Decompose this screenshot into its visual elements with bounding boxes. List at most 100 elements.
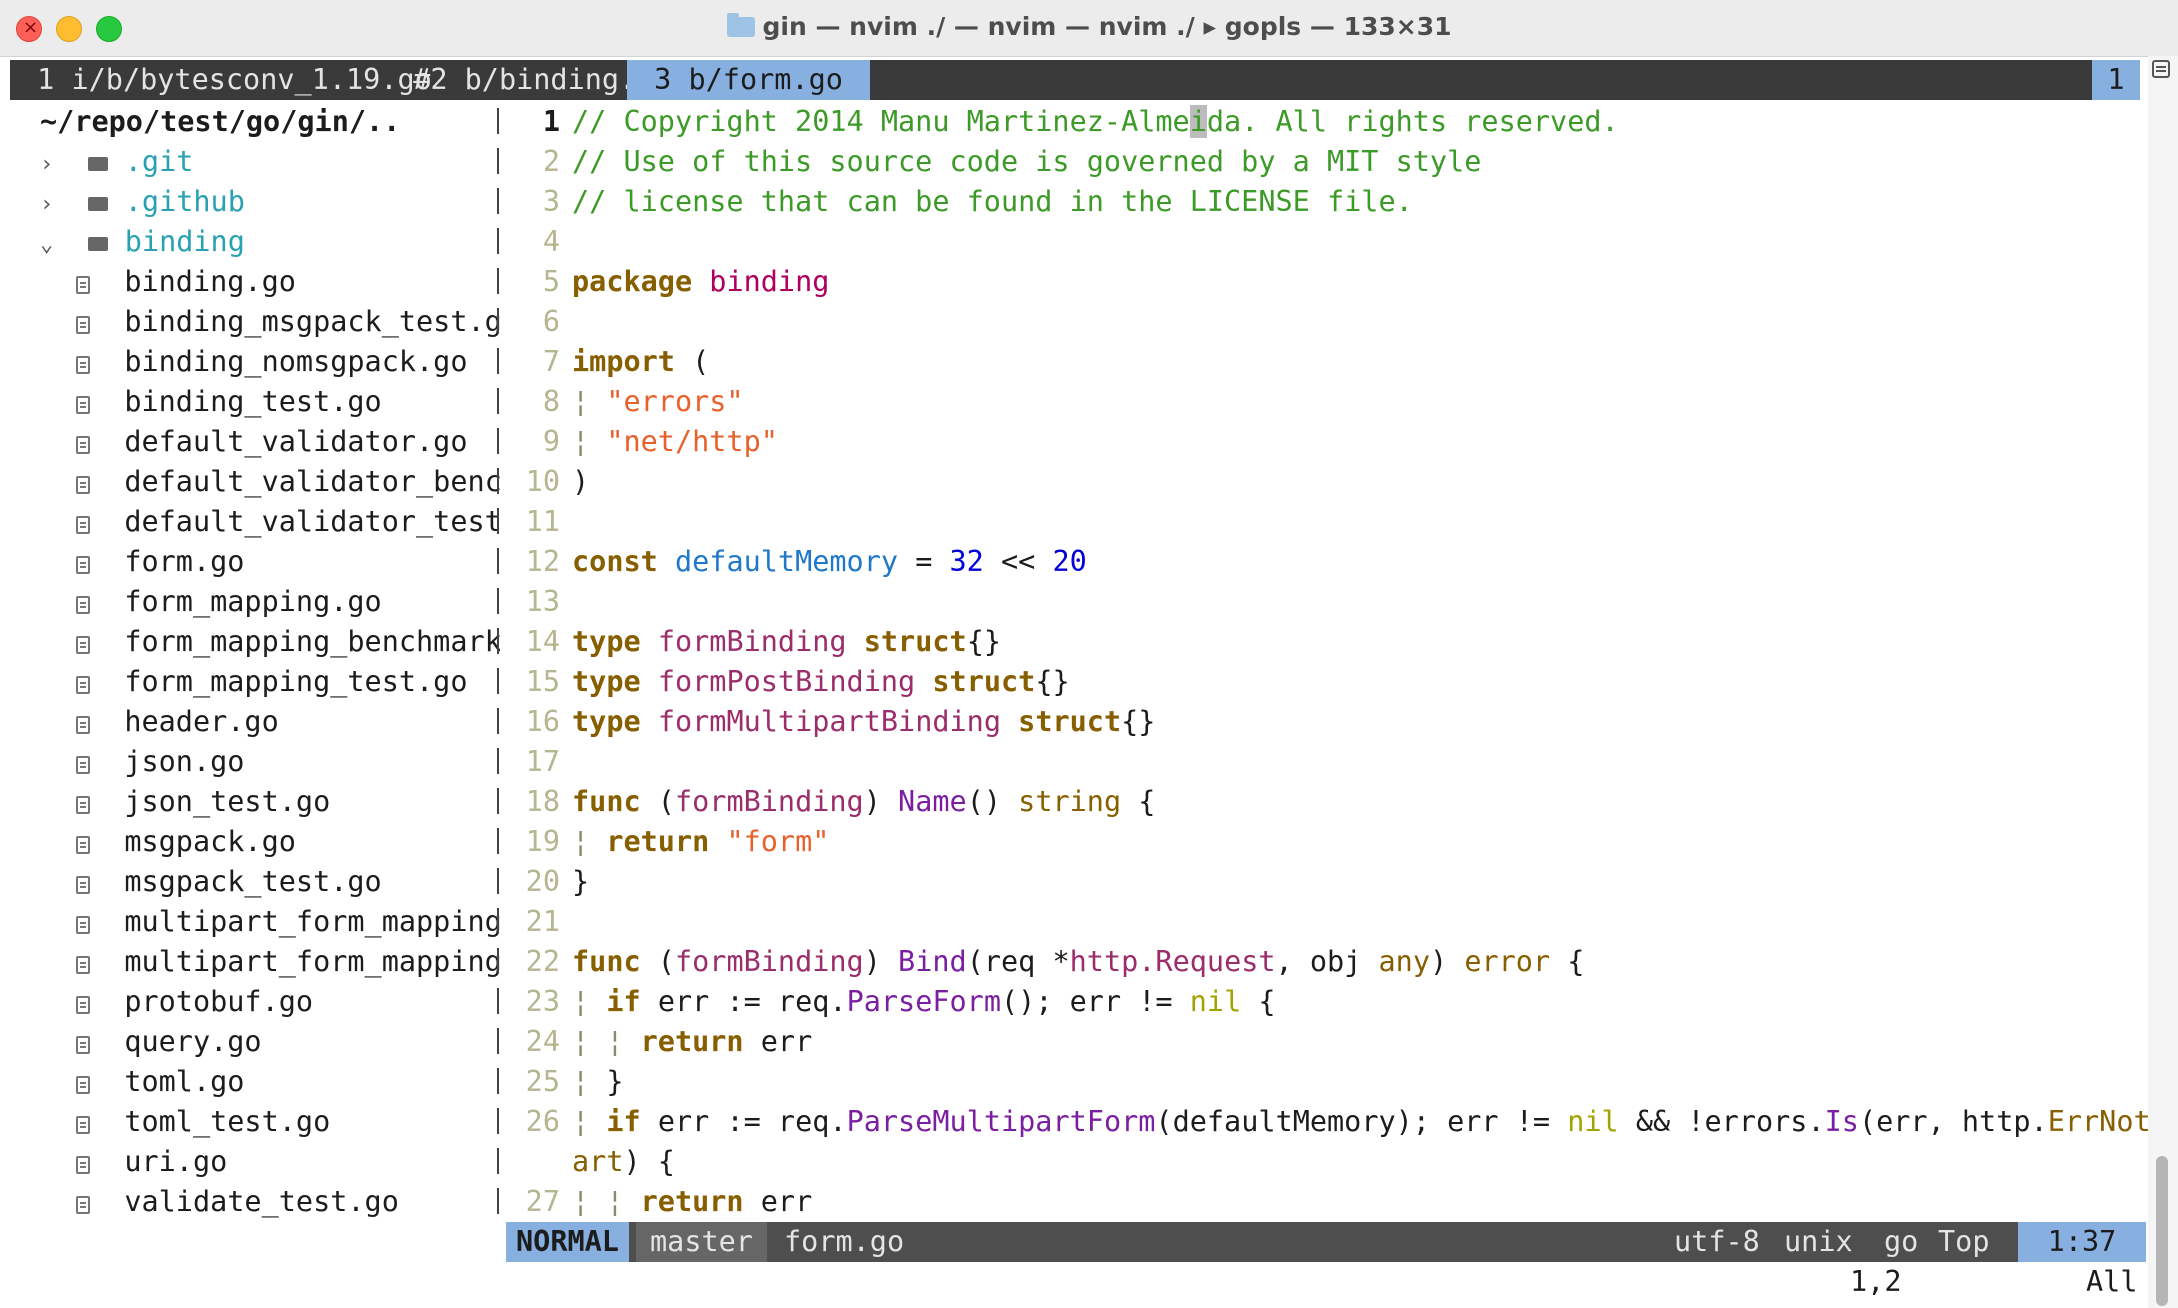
tree-file-label: binding.go	[124, 265, 296, 298]
tree-dir-binding[interactable]: ⌄ binding	[40, 222, 245, 262]
keyword: type	[572, 665, 641, 698]
file-encoding: utf-8	[1674, 1225, 1760, 1258]
tree-root[interactable]: ~/repo/test/go/gin/..	[40, 102, 400, 142]
keyword: struct	[932, 665, 1036, 698]
tree-file[interactable]: protobuf.go	[76, 982, 313, 1022]
tree-file[interactable]: default_validator.go	[76, 422, 468, 462]
code-text: ) {	[623, 1145, 675, 1178]
line-number: 18	[525, 785, 560, 818]
tree-file[interactable]: validate_test.go	[76, 1182, 399, 1222]
code-line-26: 26 ¦ if err := req.ParseMultipartForm(def…	[510, 1102, 2178, 1142]
keyword: const	[572, 545, 658, 578]
code-line-5: 5 package binding	[510, 262, 830, 302]
tab-count: 1	[2092, 60, 2140, 100]
file-icon	[76, 836, 90, 854]
indent-guide: ¦	[572, 1105, 607, 1138]
tree-file[interactable]: query.go	[76, 1022, 262, 1062]
code-text: ()	[966, 785, 1019, 818]
tree-file[interactable]: multipart_form_mapping	[76, 902, 500, 942]
scrollbar[interactable]	[2148, 56, 2178, 1308]
chevron-right-icon: ›	[40, 152, 54, 177]
tree-file[interactable]: form.go	[76, 542, 244, 582]
line-number: 24	[525, 1025, 560, 1058]
function-name: ParseForm	[846, 985, 1001, 1018]
number-literal: 20	[1052, 545, 1087, 578]
tree-file[interactable]: binding.go	[76, 262, 296, 302]
scrollbar-thumb[interactable]	[2156, 1156, 2168, 1306]
tree-file[interactable]: header.go	[76, 702, 279, 742]
function-name: Bind	[898, 945, 967, 978]
git-branch: master	[636, 1222, 767, 1262]
code-line-13: 13	[510, 582, 572, 622]
editor-pane[interactable]: 1 // Copyright 2014 Manu Martinez-Almeida…	[510, 102, 2178, 1282]
file-icon	[76, 676, 90, 694]
line-number: 6	[542, 305, 560, 338]
line-number: 2	[542, 145, 560, 178]
file-icon	[76, 596, 90, 614]
tree-file[interactable]: binding_nomsgpack.go	[76, 342, 468, 382]
indent-guide: ¦ ¦	[572, 1025, 641, 1058]
file-type: go	[1884, 1225, 1919, 1258]
builtin-type: any	[1378, 945, 1430, 978]
code-line-19: 19 ¦ return "form"	[510, 822, 830, 862]
tree-file[interactable]: binding_msgpack_test.g	[76, 302, 500, 342]
operator: =	[898, 545, 950, 578]
terminal-content[interactable]: 1 i/b/bytesconv_1.19.go #2 b/binding.go …	[10, 60, 2178, 1308]
line-number: 25	[525, 1065, 560, 1098]
chevron-down-icon: ⌄	[40, 232, 54, 257]
tree-file[interactable]: multipart_form_mapping	[76, 942, 500, 982]
tree-file-label: default_validator_benc	[124, 465, 500, 498]
code-line-15: 15 type formPostBinding struct{}	[510, 662, 1070, 702]
code-line-12: 12 const defaultMemory = 32 << 20	[510, 542, 1087, 582]
indent-guide: ¦	[572, 825, 607, 858]
tree-file-label: validate_test.go	[124, 1185, 399, 1218]
command-line[interactable]: 1,2 All	[10, 1262, 2146, 1302]
tree-file[interactable]: form_mapping.go	[76, 582, 382, 622]
code-text: (err, http.	[1858, 1105, 2048, 1138]
tree-file[interactable]: toml_test.go	[76, 1102, 330, 1142]
file-icon	[76, 1116, 90, 1134]
tree-dir-github[interactable]: › .github	[40, 182, 245, 222]
code-text: (); err !=	[1001, 985, 1190, 1018]
folder-icon	[87, 157, 108, 171]
tree-file-label: multipart_form_mapping	[124, 905, 500, 938]
tree-file[interactable]: binding_test.go	[76, 382, 382, 422]
identifier: defaultMemory	[674, 545, 899, 578]
tree-dir-git[interactable]: › .git	[40, 142, 193, 182]
file-format: unix	[1784, 1225, 1853, 1258]
keyword: func	[572, 945, 641, 978]
code-line-21: 21	[510, 902, 572, 942]
file-icon	[76, 476, 90, 494]
tree-dir-label: .git	[124, 145, 194, 178]
function-name: Is	[1824, 1105, 1859, 1138]
tree-file[interactable]: toml.go	[76, 1062, 244, 1102]
keyword: func	[572, 785, 641, 818]
tree-file[interactable]: form_mapping_benchmark	[76, 622, 500, 662]
tree-file[interactable]: msgpack_test.go	[76, 862, 382, 902]
tree-file[interactable]: default_validator_benc	[76, 462, 500, 502]
tab-form[interactable]: 3 b/form.go	[627, 60, 871, 100]
tree-file[interactable]: form_mapping_test.go	[76, 662, 468, 702]
code-line-11: 11	[510, 502, 572, 542]
code-text: && !errors.	[1618, 1105, 1825, 1138]
code-text: {	[1121, 785, 1156, 818]
scroll-position: Top	[1938, 1225, 1990, 1258]
code-line-22: 22 func (formBinding) Bind(req *http.Requ…	[510, 942, 1585, 982]
operator: <<	[983, 545, 1053, 578]
code-line-6: 6	[510, 302, 572, 342]
tree-file[interactable]: json.go	[76, 742, 244, 782]
tree-file[interactable]: json_test.go	[76, 782, 330, 822]
file-tree[interactable]: ~/repo/test/go/gin/.. › .git › .github ⌄…	[10, 102, 500, 1282]
ruler-all: All	[2086, 1265, 2138, 1298]
tree-dir-label: .github	[124, 185, 245, 218]
file-icon	[76, 796, 90, 814]
split-separator[interactable]	[497, 102, 499, 1280]
tree-file[interactable]: default_validator_test	[76, 502, 500, 542]
tree-file[interactable]: msgpack.go	[76, 822, 296, 862]
code-text: err := req.	[640, 1105, 847, 1138]
package-name: binding	[709, 265, 830, 298]
file-icon	[76, 1196, 90, 1214]
tree-file[interactable]: uri.go	[76, 1142, 227, 1182]
code-line-4: 4	[510, 222, 572, 262]
code-text: )	[863, 945, 899, 978]
